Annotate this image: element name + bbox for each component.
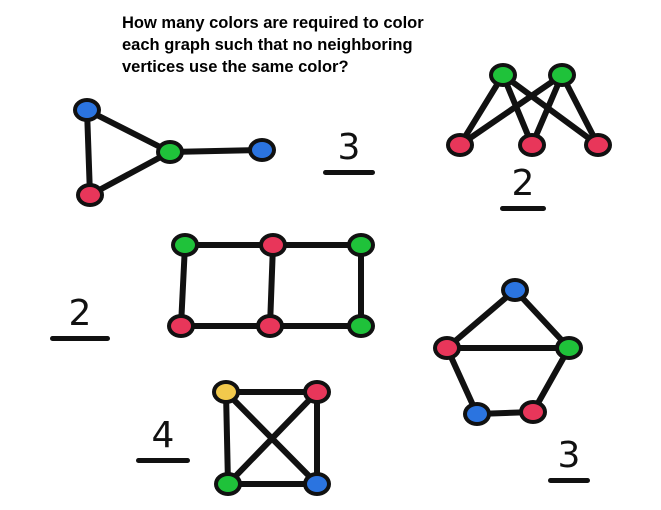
graph-edge	[84, 107, 173, 155]
graph-edge	[267, 242, 276, 329]
answer-underline	[136, 458, 190, 463]
graph-house	[433, 278, 583, 426]
vertex-red	[450, 137, 470, 153]
graph-bipartite-2x3	[446, 63, 612, 157]
graph-edge	[223, 389, 231, 487]
vertex-blue	[77, 102, 97, 118]
vertex-green	[351, 237, 371, 253]
answer-value: 4	[151, 415, 175, 456]
vertex-red	[437, 340, 457, 356]
vertex-blue	[467, 406, 487, 422]
answer-house: 3	[548, 438, 590, 483]
vertex-red	[522, 137, 542, 153]
answer-complete-k4: 4	[136, 418, 190, 463]
graph-edge	[444, 287, 518, 351]
graph-edge	[87, 149, 173, 198]
answer-underline	[548, 478, 590, 483]
answer-value: 2	[511, 163, 535, 204]
answer-value: 3	[557, 435, 581, 476]
vertex-blue	[307, 476, 327, 492]
vertex-red	[80, 187, 100, 203]
answer-triangle-with-tail: 3	[323, 130, 375, 175]
answer-underline	[500, 206, 546, 211]
vertex-yellow	[216, 384, 236, 400]
graph-double-square	[167, 233, 375, 338]
graph-edge	[84, 107, 93, 198]
vertex-green	[175, 237, 195, 253]
vertex-green	[493, 67, 513, 83]
vertex-green	[559, 340, 579, 356]
vertex-red	[260, 318, 280, 334]
vertex-green	[160, 144, 180, 160]
vertex-red	[171, 318, 191, 334]
graph-complete-k4	[212, 380, 331, 496]
vertex-red	[588, 137, 608, 153]
answer-double-square: 2	[50, 296, 110, 341]
vertex-blue	[505, 282, 525, 298]
answer-value: 2	[68, 293, 92, 334]
graphs-diagram	[73, 63, 612, 496]
vertex-red	[523, 404, 543, 420]
vertex-green	[218, 476, 238, 492]
graph-triangle-with-tail	[73, 98, 276, 207]
answer-underline	[323, 170, 375, 175]
vertex-red	[307, 384, 327, 400]
vertex-green	[552, 67, 572, 83]
graph-edge	[178, 242, 188, 329]
answer-underline	[50, 336, 110, 341]
vertex-blue	[252, 142, 272, 158]
answer-bipartite-2x3: 2	[500, 166, 546, 211]
vertex-red	[263, 237, 283, 253]
answer-value: 3	[337, 127, 361, 168]
vertex-green	[351, 318, 371, 334]
